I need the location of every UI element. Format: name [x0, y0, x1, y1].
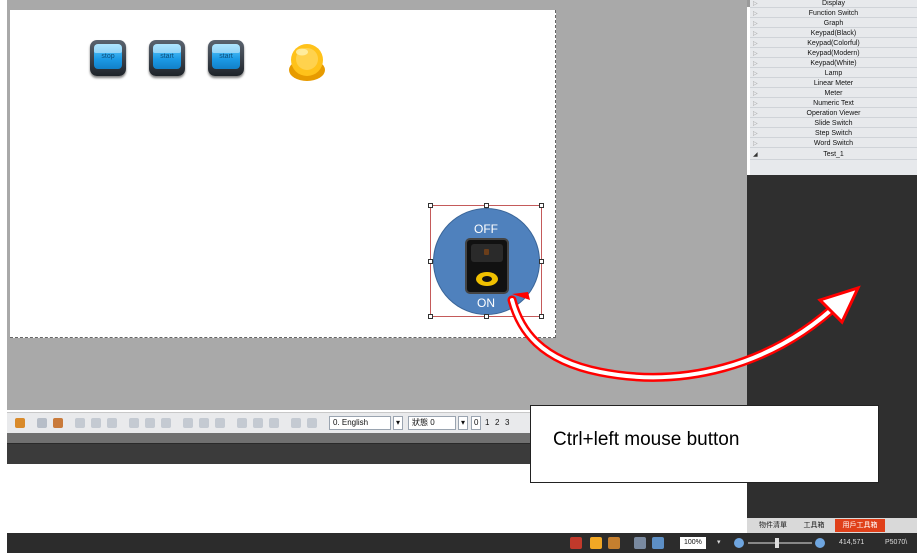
annotation-callout: Ctrl+left mouse button	[530, 405, 879, 483]
callout-text: Ctrl+left mouse button	[553, 429, 740, 450]
